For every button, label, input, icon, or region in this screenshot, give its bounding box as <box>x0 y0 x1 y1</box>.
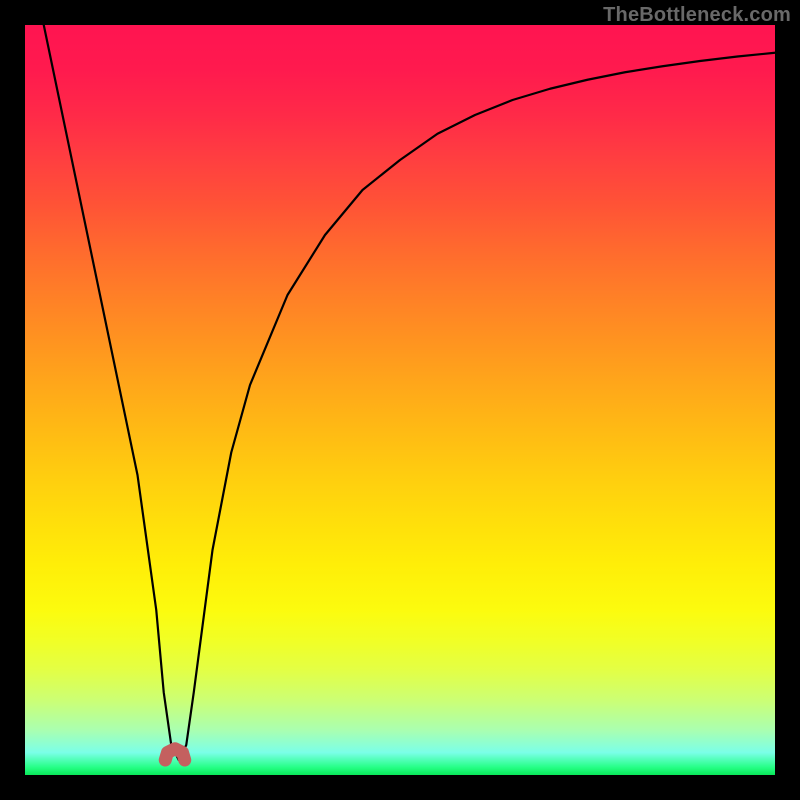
bottleneck-curve <box>44 25 775 760</box>
zero-bottleneck-marker <box>165 749 185 760</box>
plot-area <box>25 25 775 775</box>
outer-frame: TheBottleneck.com <box>0 0 800 800</box>
chart-svg <box>25 25 775 775</box>
watermark-text: TheBottleneck.com <box>603 4 791 27</box>
